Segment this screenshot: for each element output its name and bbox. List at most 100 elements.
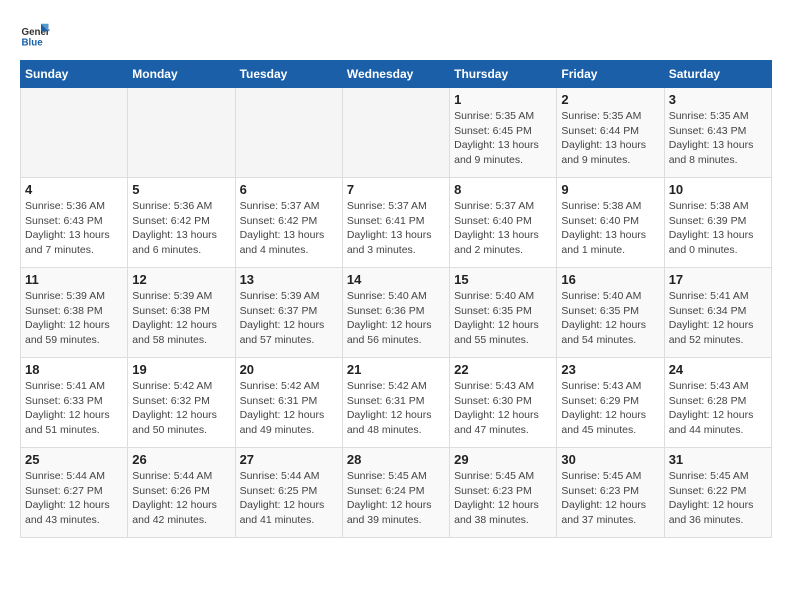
day-info: Sunrise: 5:45 AM Sunset: 6:24 PM Dayligh… <box>347 469 445 528</box>
calendar-cell: 18 Sunrise: 5:41 AM Sunset: 6:33 PM Dayli… <box>21 358 128 448</box>
day-number: 18 <box>25 362 123 377</box>
day-number: 4 <box>25 182 123 197</box>
calendar-cell: 30 Sunrise: 5:45 AM Sunset: 6:23 PM Dayli… <box>557 448 664 538</box>
day-info: Sunrise: 5:41 AM Sunset: 6:34 PM Dayligh… <box>669 289 767 348</box>
day-number: 17 <box>669 272 767 287</box>
calendar-header-row: SundayMondayTuesdayWednesdayThursdayFrid… <box>21 61 772 88</box>
calendar-cell: 29 Sunrise: 5:45 AM Sunset: 6:23 PM Dayli… <box>450 448 557 538</box>
week-row-3: 11 Sunrise: 5:39 AM Sunset: 6:38 PM Dayli… <box>21 268 772 358</box>
calendar-cell: 24Sunrise: 5:43 AM Sunset: 6:28 PM Dayli… <box>664 358 771 448</box>
day-info: Sunrise: 5:38 AM Sunset: 6:39 PM Dayligh… <box>669 199 767 258</box>
day-info: Sunrise: 5:44 AM Sunset: 6:27 PM Dayligh… <box>25 469 123 528</box>
day-number: 20 <box>240 362 338 377</box>
week-row-2: 4 Sunrise: 5:36 AM Sunset: 6:43 PM Daylig… <box>21 178 772 268</box>
calendar-cell: 13 Sunrise: 5:39 AM Sunset: 6:37 PM Dayli… <box>235 268 342 358</box>
calendar-cell: 16Sunrise: 5:40 AM Sunset: 6:35 PM Dayli… <box>557 268 664 358</box>
calendar-cell: 5 Sunrise: 5:36 AM Sunset: 6:42 PM Daylig… <box>128 178 235 268</box>
calendar-cell: 28 Sunrise: 5:45 AM Sunset: 6:24 PM Dayli… <box>342 448 449 538</box>
day-info: Sunrise: 5:41 AM Sunset: 6:33 PM Dayligh… <box>25 379 123 438</box>
logo: General Blue <box>20 20 50 50</box>
day-info: Sunrise: 5:44 AM Sunset: 6:26 PM Dayligh… <box>132 469 230 528</box>
day-info: Sunrise: 5:45 AM Sunset: 6:23 PM Dayligh… <box>454 469 552 528</box>
calendar-cell: 17 Sunrise: 5:41 AM Sunset: 6:34 PM Dayli… <box>664 268 771 358</box>
calendar-cell: 3 Sunrise: 5:35 AM Sunset: 6:43 PM Daylig… <box>664 88 771 178</box>
calendar-cell: 10Sunrise: 5:38 AM Sunset: 6:39 PM Dayli… <box>664 178 771 268</box>
col-header-wednesday: Wednesday <box>342 61 449 88</box>
day-number: 14 <box>347 272 445 287</box>
day-info: Sunrise: 5:40 AM Sunset: 6:35 PM Dayligh… <box>454 289 552 348</box>
col-header-thursday: Thursday <box>450 61 557 88</box>
calendar-cell: 1 Sunrise: 5:35 AM Sunset: 6:45 PM Daylig… <box>450 88 557 178</box>
calendar-table: SundayMondayTuesdayWednesdayThursdayFrid… <box>20 60 772 538</box>
day-number: 22 <box>454 362 552 377</box>
calendar-cell: 26 Sunrise: 5:44 AM Sunset: 6:26 PM Dayli… <box>128 448 235 538</box>
week-row-5: 25Sunrise: 5:44 AM Sunset: 6:27 PM Dayli… <box>21 448 772 538</box>
day-info: Sunrise: 5:36 AM Sunset: 6:42 PM Dayligh… <box>132 199 230 258</box>
col-header-sunday: Sunday <box>21 61 128 88</box>
week-row-4: 18 Sunrise: 5:41 AM Sunset: 6:33 PM Dayli… <box>21 358 772 448</box>
day-number: 29 <box>454 452 552 467</box>
day-number: 15 <box>454 272 552 287</box>
day-number: 6 <box>240 182 338 197</box>
day-info: Sunrise: 5:37 AM Sunset: 6:40 PM Dayligh… <box>454 199 552 258</box>
day-info: Sunrise: 5:45 AM Sunset: 6:22 PM Dayligh… <box>669 469 767 528</box>
calendar-cell: 20Sunrise: 5:42 AM Sunset: 6:31 PM Dayli… <box>235 358 342 448</box>
day-info: Sunrise: 5:35 AM Sunset: 6:44 PM Dayligh… <box>561 109 659 168</box>
calendar-cell <box>128 88 235 178</box>
day-info: Sunrise: 5:37 AM Sunset: 6:42 PM Dayligh… <box>240 199 338 258</box>
day-number: 26 <box>132 452 230 467</box>
calendar-cell: 23 Sunrise: 5:43 AM Sunset: 6:29 PM Dayli… <box>557 358 664 448</box>
day-info: Sunrise: 5:39 AM Sunset: 6:38 PM Dayligh… <box>25 289 123 348</box>
day-info: Sunrise: 5:43 AM Sunset: 6:28 PM Dayligh… <box>669 379 767 438</box>
calendar-cell: 15 Sunrise: 5:40 AM Sunset: 6:35 PM Dayli… <box>450 268 557 358</box>
calendar-cell: 6 Sunrise: 5:37 AM Sunset: 6:42 PM Daylig… <box>235 178 342 268</box>
day-number: 30 <box>561 452 659 467</box>
calendar-cell: 25Sunrise: 5:44 AM Sunset: 6:27 PM Dayli… <box>21 448 128 538</box>
logo-icon: General Blue <box>20 20 50 50</box>
calendar-cell: 4 Sunrise: 5:36 AM Sunset: 6:43 PM Daylig… <box>21 178 128 268</box>
day-info: Sunrise: 5:42 AM Sunset: 6:31 PM Dayligh… <box>347 379 445 438</box>
calendar-cell: 8 Sunrise: 5:37 AM Sunset: 6:40 PM Daylig… <box>450 178 557 268</box>
calendar-cell: 19Sunrise: 5:42 AM Sunset: 6:32 PM Dayli… <box>128 358 235 448</box>
day-info: Sunrise: 5:44 AM Sunset: 6:25 PM Dayligh… <box>240 469 338 528</box>
col-header-saturday: Saturday <box>664 61 771 88</box>
day-number: 1 <box>454 92 552 107</box>
calendar-cell: 27 Sunrise: 5:44 AM Sunset: 6:25 PM Dayli… <box>235 448 342 538</box>
calendar-cell: 22 Sunrise: 5:43 AM Sunset: 6:30 PM Dayli… <box>450 358 557 448</box>
day-number: 23 <box>561 362 659 377</box>
svg-text:Blue: Blue <box>22 38 44 49</box>
day-number: 2 <box>561 92 659 107</box>
day-info: Sunrise: 5:37 AM Sunset: 6:41 PM Dayligh… <box>347 199 445 258</box>
day-number: 31 <box>669 452 767 467</box>
day-number: 5 <box>132 182 230 197</box>
col-header-tuesday: Tuesday <box>235 61 342 88</box>
day-info: Sunrise: 5:36 AM Sunset: 6:43 PM Dayligh… <box>25 199 123 258</box>
day-info: Sunrise: 5:39 AM Sunset: 6:38 PM Dayligh… <box>132 289 230 348</box>
day-info: Sunrise: 5:43 AM Sunset: 6:29 PM Dayligh… <box>561 379 659 438</box>
day-info: Sunrise: 5:39 AM Sunset: 6:37 PM Dayligh… <box>240 289 338 348</box>
day-info: Sunrise: 5:35 AM Sunset: 6:45 PM Dayligh… <box>454 109 552 168</box>
day-number: 3 <box>669 92 767 107</box>
day-number: 21 <box>347 362 445 377</box>
day-number: 11 <box>25 272 123 287</box>
week-row-1: 1 Sunrise: 5:35 AM Sunset: 6:45 PM Daylig… <box>21 88 772 178</box>
calendar-cell: 21 Sunrise: 5:42 AM Sunset: 6:31 PM Dayli… <box>342 358 449 448</box>
day-number: 13 <box>240 272 338 287</box>
day-info: Sunrise: 5:43 AM Sunset: 6:30 PM Dayligh… <box>454 379 552 438</box>
calendar-cell: 12Sunrise: 5:39 AM Sunset: 6:38 PM Dayli… <box>128 268 235 358</box>
day-info: Sunrise: 5:42 AM Sunset: 6:32 PM Dayligh… <box>132 379 230 438</box>
day-number: 8 <box>454 182 552 197</box>
calendar-cell: 7Sunrise: 5:37 AM Sunset: 6:41 PM Daylig… <box>342 178 449 268</box>
calendar-cell: 31 Sunrise: 5:45 AM Sunset: 6:22 PM Dayli… <box>664 448 771 538</box>
calendar-cell <box>21 88 128 178</box>
day-info: Sunrise: 5:45 AM Sunset: 6:23 PM Dayligh… <box>561 469 659 528</box>
day-number: 9 <box>561 182 659 197</box>
col-header-monday: Monday <box>128 61 235 88</box>
day-number: 16 <box>561 272 659 287</box>
day-number: 28 <box>347 452 445 467</box>
day-number: 27 <box>240 452 338 467</box>
day-info: Sunrise: 5:35 AM Sunset: 6:43 PM Dayligh… <box>669 109 767 168</box>
calendar-cell <box>235 88 342 178</box>
day-info: Sunrise: 5:40 AM Sunset: 6:36 PM Dayligh… <box>347 289 445 348</box>
calendar-cell <box>342 88 449 178</box>
